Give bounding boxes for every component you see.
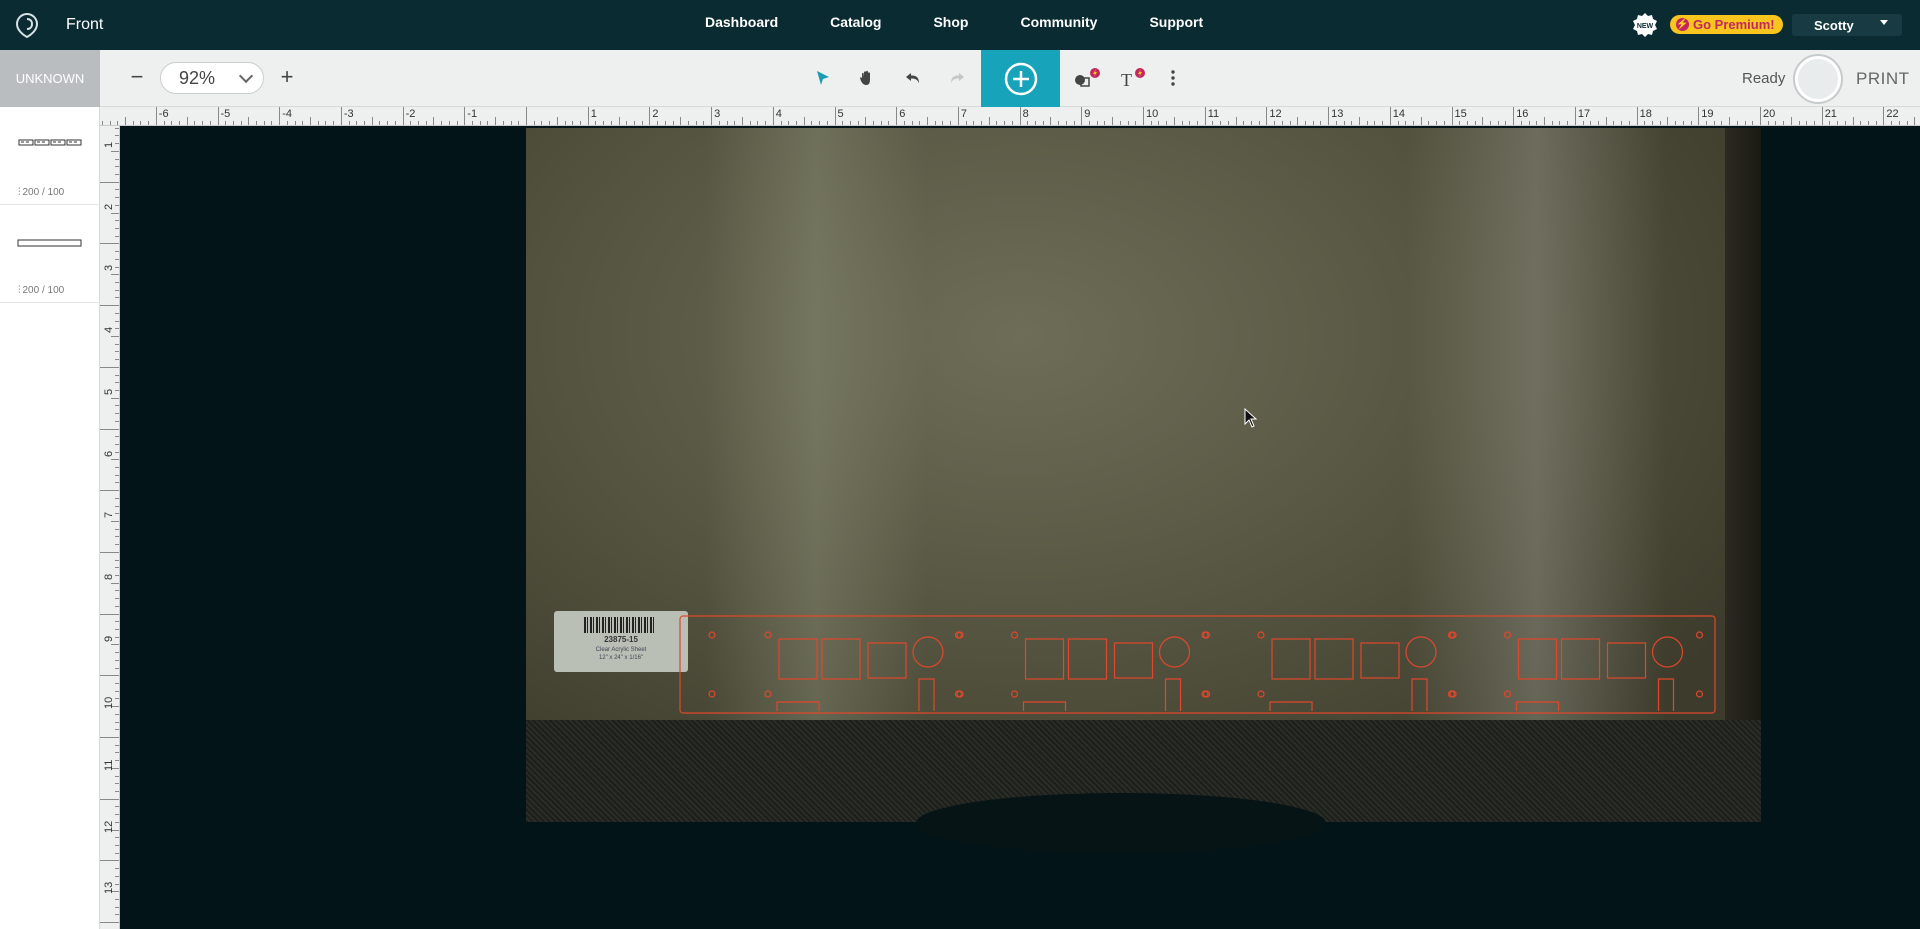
vertical-ruler: 1 2 3 4 5 6 7 8 9 10 11 12 13 <box>100 126 120 929</box>
power-speed-label: ⫶ 200 / 100 <box>18 187 65 198</box>
glowforge-logo-icon[interactable] <box>14 11 40 39</box>
ruler-label: 14 <box>1392 108 1406 120</box>
nav-dashboard[interactable]: Dashboard <box>705 14 778 30</box>
go-premium-button[interactable]: ⚡ Go Premium! <box>1670 15 1783 34</box>
chevron-down-icon <box>238 68 254 84</box>
zoom-out-button[interactable]: − <box>126 66 148 89</box>
ruler-label: 3 <box>714 108 721 120</box>
new-badge-text: NEW <box>1637 23 1654 30</box>
ruler-label: 7 <box>960 108 968 120</box>
nav-support[interactable]: Support <box>1149 14 1203 30</box>
status-text: Ready <box>1742 70 1786 87</box>
ruler-label: 17 <box>1577 108 1591 120</box>
ruler-label: 22 <box>1886 108 1899 120</box>
ruler-label: 10 <box>1146 108 1159 120</box>
ruler-label: 18 <box>1639 108 1652 120</box>
ruler-label: 9 <box>103 635 115 642</box>
print-button[interactable] <box>1793 54 1843 104</box>
ruler-label: 15 <box>1454 108 1467 120</box>
ruler-label: 4 <box>103 326 115 334</box>
ruler-label: -1 <box>467 108 478 120</box>
barcode <box>584 617 656 633</box>
zoom-value: 92% <box>179 68 216 88</box>
ruler-label: -2 <box>405 108 416 120</box>
ruler-label: 11 <box>1207 108 1220 120</box>
ruler-label: -3 <box>343 108 354 120</box>
ruler-label: 5 <box>103 388 115 395</box>
text-tool-premium-icon[interactable]: T <box>1118 66 1150 90</box>
thumbnail-panel: ⫶ 200 / 100 ⫶ 200 / 100 <box>0 107 100 929</box>
ruler-label: 13 <box>1331 108 1344 120</box>
material-label-sticker: 23875-15 Clear Acrylic Sheet 12" x 24" x… <box>554 611 688 672</box>
ruler-label: 16 <box>1516 108 1529 120</box>
sticker-description: Clear Acrylic Sheet 12" x 24" x 1/16" <box>595 647 647 661</box>
lightning-icon: ⚡ <box>1676 18 1689 31</box>
pan-hand-icon[interactable] <box>854 66 880 90</box>
ruler-label: 6 <box>899 108 906 120</box>
sticker-code: 23875-15 <box>604 635 638 644</box>
thumbnail-item[interactable]: ⫶ 200 / 100 <box>0 107 100 205</box>
power-speed-icon: ⫶ <box>18 285 21 296</box>
go-premium-label: Go Premium! <box>1693 17 1775 32</box>
ruler-label: 19 <box>1701 108 1714 120</box>
ruler-label: 1 <box>590 108 597 120</box>
user-menu[interactable]: Scotty <box>1792 14 1902 36</box>
top-navbar: Front Dashboard Catalog Shop Community S… <box>0 0 1920 50</box>
ruler-label: 21 <box>1824 108 1837 120</box>
mouse-cursor-icon <box>1244 408 1258 428</box>
add-artwork-button[interactable] <box>981 50 1060 108</box>
zoom-select[interactable]: 92% <box>160 62 264 94</box>
shapes-premium-icon[interactable] <box>1071 66 1103 90</box>
plus-circle-icon <box>1004 62 1037 96</box>
select-tool-icon[interactable] <box>810 66 836 90</box>
user-name: Scotty <box>1814 17 1854 33</box>
ruler-label: 10 <box>103 697 115 710</box>
ruler-label: 3 <box>103 265 115 272</box>
pattern-thumbnail <box>18 139 82 146</box>
power-speed-icon: ⫶ <box>18 187 21 198</box>
power-speed-label: ⫶ 200 / 100 <box>18 285 65 296</box>
horizontal-ruler: -6 -5 -4 -3 -2 -1 1 2 3 4 5 6 7 8 9 10 11 12 13 14 15 16 17 18 1… <box>100 107 1920 126</box>
ruler-label: 6 <box>103 450 115 457</box>
ruler-label: 7 <box>103 512 115 519</box>
cut-design-panel[interactable] <box>679 614 1719 716</box>
rectangle-thumbnail <box>17 239 82 247</box>
ruler-label: -5 <box>220 108 231 120</box>
ruler-label: 11 <box>103 759 115 771</box>
ruler-label: 5 <box>837 108 844 120</box>
ruler-label: -4 <box>282 108 292 120</box>
ruler-label: 8 <box>103 573 115 580</box>
material-selector[interactable]: UNKNOWN <box>0 50 100 107</box>
ruler-label: 4 <box>775 108 782 120</box>
ruler-label: -6 <box>158 108 169 120</box>
undo-icon[interactable] <box>900 66 926 90</box>
ruler-label: 12 <box>103 820 115 833</box>
print-label[interactable]: PRINT <box>1856 69 1910 89</box>
ruler-label: 20 <box>1763 108 1776 120</box>
caret-down-icon <box>1880 20 1888 25</box>
ruler-label: 2 <box>652 108 659 120</box>
more-vertical-icon[interactable] <box>1160 66 1186 90</box>
ruler-label: 1 <box>103 141 115 148</box>
nav-shop[interactable]: Shop <box>933 14 968 30</box>
new-badge-icon[interactable]: NEW <box>1632 12 1658 38</box>
nav-community[interactable]: Community <box>1020 14 1097 30</box>
thumbnail-item[interactable]: ⫶ 200 / 100 <box>0 205 100 303</box>
ruler-label: 12 <box>1269 108 1282 120</box>
camera-bed-image[interactable] <box>526 128 1761 853</box>
ruler-label: 9 <box>1084 108 1091 120</box>
zoom-in-button[interactable]: + <box>276 66 298 89</box>
ruler-label: 8 <box>1022 108 1029 120</box>
redo-icon[interactable] <box>944 66 970 90</box>
ruler-label: 2 <box>103 203 115 210</box>
main-nav: Dashboard Catalog Shop Community Support <box>705 14 1255 30</box>
ruler-label: 13 <box>103 882 115 895</box>
svg-text:T: T <box>1121 70 1132 89</box>
nav-catalog[interactable]: Catalog <box>830 14 881 30</box>
document-title[interactable]: Front <box>66 16 103 34</box>
